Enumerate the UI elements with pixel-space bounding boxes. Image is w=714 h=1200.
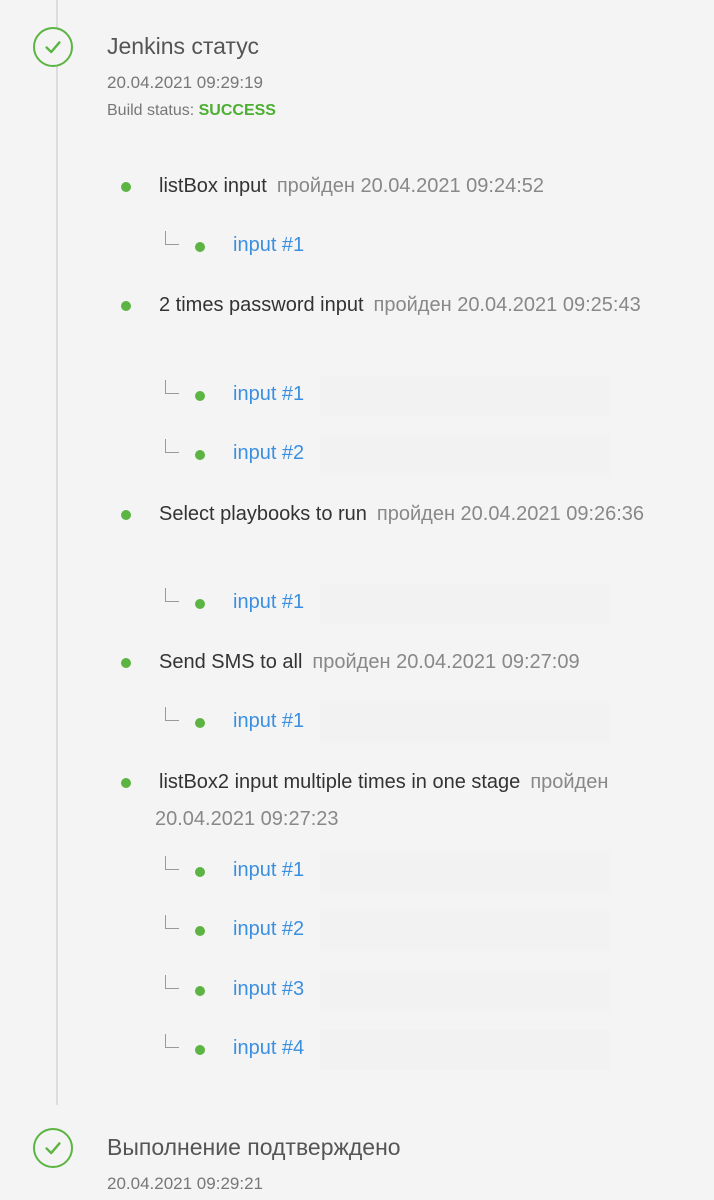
input-status-dot	[195, 391, 205, 401]
stage-input-item: input #2	[160, 911, 610, 951]
stage-status: пройден 20.04.2021 09:26:36	[376, 503, 645, 525]
input-link[interactable]: input #4	[233, 1037, 304, 1060]
input-row-background	[320, 1030, 610, 1070]
stage-status-dot	[121, 182, 131, 192]
tree-connector-icon	[165, 231, 179, 245]
stage-input-item: input #1	[160, 584, 610, 624]
stage-send-sms: Send SMS to all пройден 20.04.2021 09:27:…	[155, 644, 645, 681]
stage-listbox-input: listBox input пройден 20.04.2021 09:24:52	[155, 168, 645, 205]
input-link[interactable]: input #2	[233, 442, 304, 465]
stage-name: Select playbooks to run	[159, 503, 367, 525]
stage-input-item: input #1	[160, 703, 610, 743]
input-row-background	[320, 376, 610, 416]
check-circle-icon	[33, 1128, 73, 1168]
stage-status: пройден 20.04.2021 09:27:09	[312, 651, 580, 673]
event-time: 20.04.2021 09:29:21	[107, 1174, 263, 1193]
input-status-dot	[195, 242, 205, 252]
tree-connector-icon	[165, 380, 179, 394]
input-status-dot	[195, 926, 205, 936]
input-link[interactable]: input #3	[233, 978, 304, 1001]
stage-status-dot	[121, 510, 131, 520]
build-status-value: SUCCESS	[198, 102, 276, 119]
input-link[interactable]: input #1	[233, 591, 304, 614]
stage-name: listBox2 input multiple times in one sta…	[159, 771, 521, 793]
input-row-background	[320, 703, 610, 743]
tree-connector-icon	[165, 975, 179, 989]
stage-select-playbooks: Select playbooks to run пройден 20.04.202…	[155, 496, 645, 533]
stage-name: listBox input	[159, 175, 267, 197]
input-status-dot	[195, 1045, 205, 1055]
stage-input-item: input #4	[160, 1030, 610, 1070]
tree-connector-icon	[165, 856, 179, 870]
stage-input-item: input #2	[160, 435, 610, 475]
stage-status: пройден 20.04.2021 09:25:43	[373, 294, 641, 316]
build-status: Build status: SUCCESS	[107, 102, 276, 120]
input-link[interactable]: input #1	[233, 710, 304, 733]
stage-name: 2 times password input	[159, 294, 364, 316]
input-row-background	[320, 435, 610, 475]
tree-connector-icon	[165, 439, 179, 453]
stage-status-dot	[121, 658, 131, 668]
input-row-background	[320, 584, 610, 624]
stage-password-input: 2 times password input пройден 20.04.2021…	[155, 287, 645, 324]
stage-input-item: input #1	[160, 376, 610, 416]
event-time: 20.04.2021 09:29:19	[107, 73, 263, 92]
input-link[interactable]: input #2	[233, 918, 304, 941]
input-row-background	[320, 911, 610, 951]
stage-input-item: input #3	[160, 971, 610, 1011]
input-status-dot	[195, 718, 205, 728]
input-status-dot	[195, 599, 205, 609]
tree-connector-icon	[165, 1034, 179, 1048]
stage-status: пройден 20.04.2021 09:24:52	[276, 175, 544, 197]
stage-input-item: input #1	[160, 227, 610, 267]
stage-listbox2-input: listBox2 input multiple times in one sta…	[155, 764, 645, 838]
stage-status-dot	[121, 778, 131, 788]
timeline-line	[56, 0, 58, 1105]
event-title: Выполнение подтверждено	[107, 1134, 401, 1160]
input-status-dot	[195, 986, 205, 996]
tree-connector-icon	[165, 707, 179, 721]
input-status-dot	[195, 867, 205, 877]
approval-timeline: Jenkins статус 20.04.2021 09:29:19 Build…	[0, 0, 714, 1200]
build-status-label: Build status:	[107, 102, 195, 119]
stage-input-item: input #1	[160, 852, 610, 892]
input-link[interactable]: input #1	[233, 234, 304, 257]
stage-name: Send SMS to all	[159, 651, 303, 673]
check-circle-icon	[33, 27, 73, 67]
tree-connector-icon	[165, 915, 179, 929]
event-title: Jenkins статус	[107, 33, 259, 59]
input-row-background	[320, 852, 610, 892]
input-status-dot	[195, 450, 205, 460]
input-link[interactable]: input #1	[233, 859, 304, 882]
input-row-background	[320, 971, 610, 1011]
stage-status-dot	[121, 301, 131, 311]
tree-connector-icon	[165, 588, 179, 602]
input-link[interactable]: input #1	[233, 383, 304, 406]
